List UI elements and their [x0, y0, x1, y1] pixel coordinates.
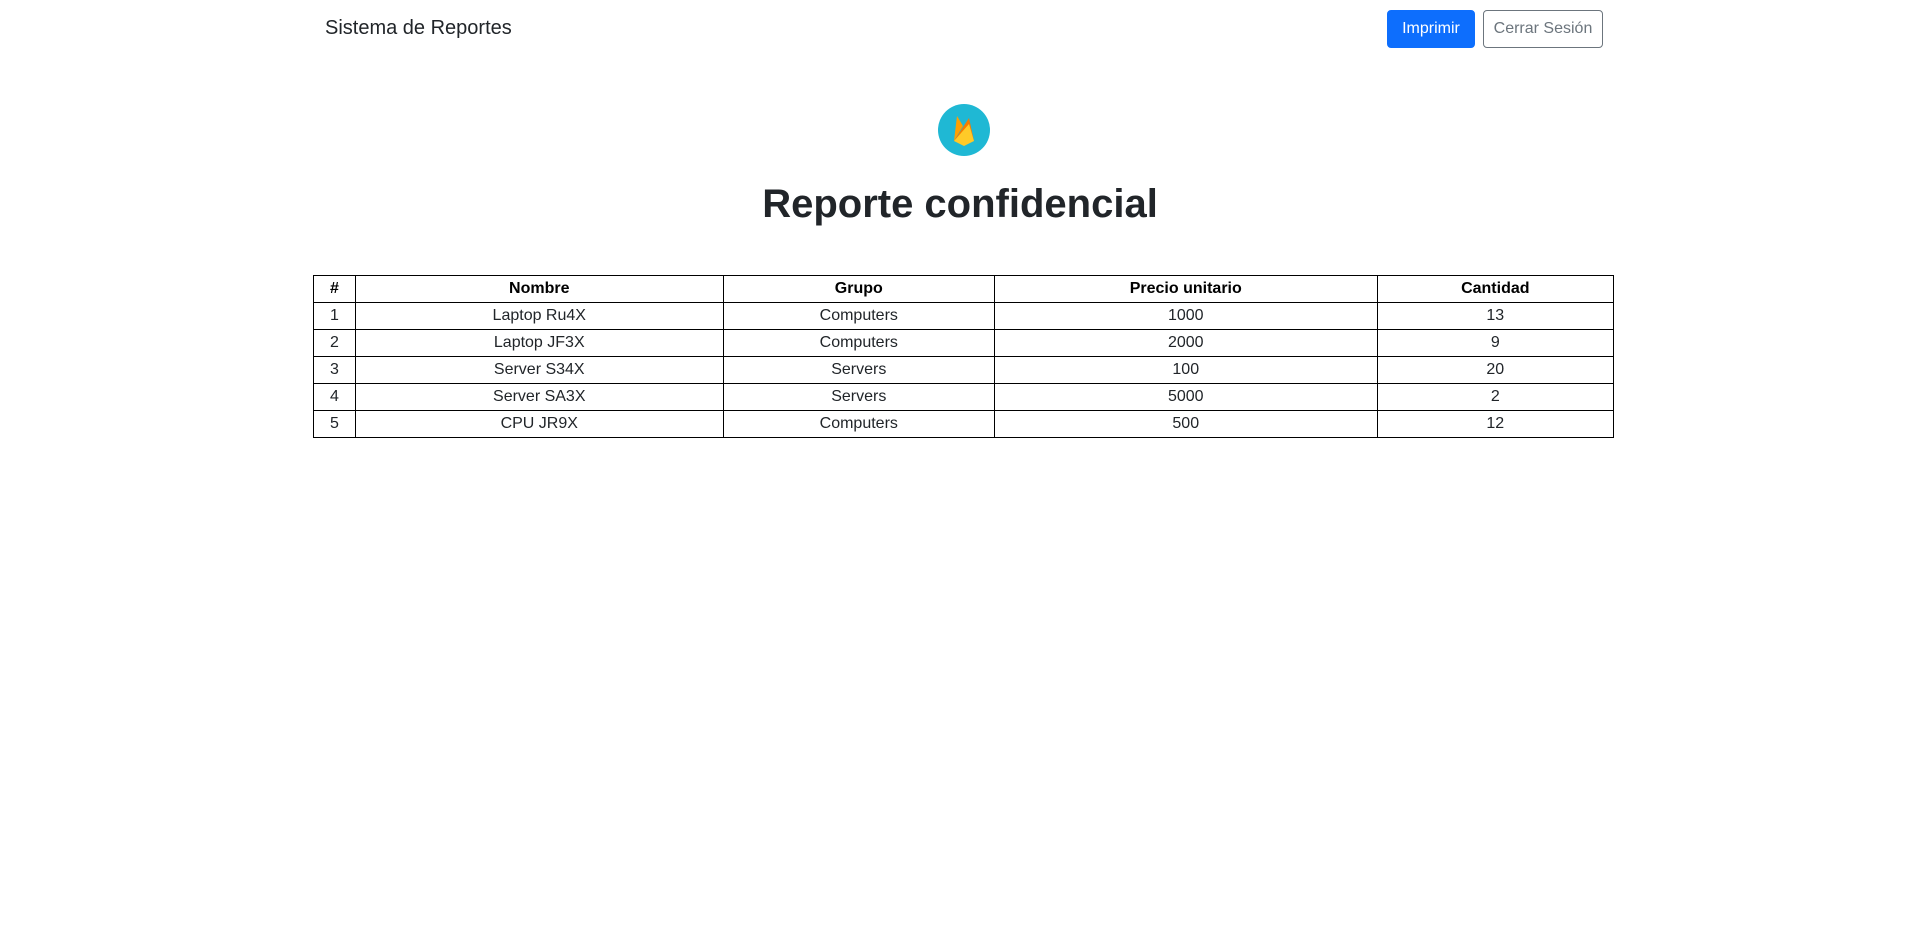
cell-precio: 5000: [993, 383, 1378, 411]
cell-number: 4: [313, 383, 356, 411]
table-row: 1 Laptop Ru4X Computers 1000 13: [313, 302, 1615, 330]
header-number: #: [313, 275, 356, 303]
cell-grupo: Servers: [722, 383, 995, 411]
cell-cantidad: 2: [1376, 383, 1615, 411]
header-cantidad: Cantidad: [1376, 275, 1615, 303]
report-table: # Nombre Grupo Precio unitario Cantidad …: [313, 275, 1615, 438]
cell-number: 1: [313, 302, 356, 330]
cell-precio: 2000: [993, 329, 1378, 357]
firebase-logo-icon: [938, 104, 990, 156]
print-button[interactable]: Imprimir: [1387, 10, 1475, 48]
header-precio-unitario: Precio unitario: [993, 275, 1378, 303]
cell-nombre: CPU JR9X: [354, 410, 724, 438]
cell-cantidad: 12: [1376, 410, 1615, 438]
cell-grupo: Computers: [722, 329, 995, 357]
page-title: Reporte confidencial: [762, 182, 1158, 226]
cell-grupo: Computers: [722, 410, 995, 438]
cell-nombre: Server SA3X: [354, 383, 724, 411]
table-row: 3 Server S34X Servers 100 20: [313, 356, 1615, 384]
table-row: 5 CPU JR9X Computers 500 12: [313, 410, 1615, 438]
table-header-row: # Nombre Grupo Precio unitario Cantidad: [313, 275, 1615, 303]
cell-nombre: Laptop JF3X: [354, 329, 724, 357]
cell-precio: 500: [993, 410, 1378, 438]
header-grupo: Grupo: [722, 275, 995, 303]
cell-number: 3: [313, 356, 356, 384]
cell-number: 2: [313, 329, 356, 357]
cell-cantidad: 20: [1376, 356, 1615, 384]
logout-button[interactable]: Cerrar Sesión: [1483, 10, 1603, 48]
navbar: Sistema de Reportes Imprimir Cerrar Sesi…: [0, 0, 1920, 56]
cell-grupo: Servers: [722, 356, 995, 384]
table-row: 4 Server SA3X Servers 5000 2: [313, 383, 1615, 411]
cell-nombre: Server S34X: [354, 356, 724, 384]
cell-number: 5: [313, 410, 356, 438]
cell-precio: 100: [993, 356, 1378, 384]
table-row: 2 Laptop JF3X Computers 2000 9: [313, 329, 1615, 357]
header-nombre: Nombre: [354, 275, 724, 303]
cell-grupo: Computers: [722, 302, 995, 330]
cell-cantidad: 13: [1376, 302, 1615, 330]
cell-nombre: Laptop Ru4X: [354, 302, 724, 330]
cell-precio: 1000: [993, 302, 1378, 330]
navbar-brand[interactable]: Sistema de Reportes: [325, 16, 512, 40]
cell-cantidad: 9: [1376, 329, 1615, 357]
